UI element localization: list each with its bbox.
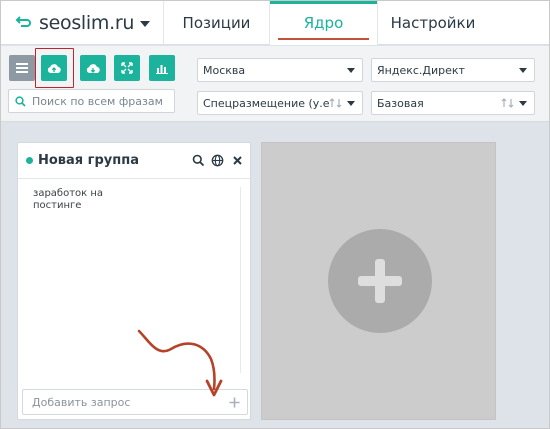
menu-button[interactable]: [9, 55, 35, 81]
phrase-list: заработок на постинге: [18, 180, 250, 380]
cloud-upload-icon: [47, 63, 61, 73]
scrollbar[interactable]: [240, 187, 248, 373]
toolbar: Москва Яндекс.Директ Спецразмещение (у.е…: [1, 46, 549, 122]
tab-label: Ядро: [303, 14, 344, 32]
tab-label: Позиции: [182, 14, 251, 32]
sort-arrows-icon: [501, 98, 514, 108]
bar-chart-icon: [156, 64, 168, 74]
add-query-input[interactable]: [32, 395, 222, 409]
tab-core[interactable]: Ядро: [270, 1, 378, 45]
download-button[interactable]: [80, 55, 106, 81]
group-title[interactable]: Новая группа: [38, 153, 139, 168]
chevron-down-icon: [347, 100, 355, 106]
region-value: Москва: [203, 63, 246, 77]
region-select[interactable]: Москва: [197, 58, 363, 82]
plus-icon: [358, 259, 402, 303]
engine-value: Яндекс.Директ: [377, 63, 465, 77]
group-header: Новая группа: [18, 143, 250, 179]
phrase-search[interactable]: [8, 89, 175, 113]
add-group-tile[interactable]: [261, 142, 496, 420]
expand-icon: [121, 62, 133, 74]
add-group-button[interactable]: [328, 229, 432, 333]
tab-positions[interactable]: Позиции: [164, 1, 270, 45]
chevron-down-icon: [347, 67, 355, 73]
sort-arrows-icon: [329, 98, 342, 108]
frequency-value: Базовая: [377, 96, 424, 110]
expand-button[interactable]: [114, 55, 140, 81]
top-header: seoslim.ru Позиции Ядро Настройки: [1, 1, 549, 45]
project-name: seoslim.ru: [39, 12, 135, 34]
project-switcher[interactable]: seoslim.ru: [1, 1, 164, 45]
close-icon[interactable]: [231, 154, 244, 167]
search-icon[interactable]: [192, 154, 205, 167]
search-input[interactable]: [32, 94, 172, 108]
search-icon: [15, 95, 26, 107]
bid-type-value: Спецразмещение (у.е.): [203, 96, 329, 110]
group-card: Новая группа заработок на постинге: [17, 142, 251, 420]
menu-icon: [16, 63, 28, 73]
bid-type-select[interactable]: Спецразмещение (у.е.): [197, 91, 363, 115]
tab-settings[interactable]: Настройки: [378, 1, 488, 45]
chevron-down-icon: [140, 21, 151, 27]
annotation-underline: [278, 38, 369, 40]
upload-button[interactable]: [41, 55, 67, 81]
engine-select[interactable]: Яндекс.Директ: [371, 58, 535, 82]
cloud-download-icon: [86, 63, 100, 73]
chevron-down-icon: [519, 67, 527, 73]
add-query-field[interactable]: [22, 389, 248, 415]
frequency-select[interactable]: Базовая: [371, 91, 535, 115]
active-tab-indicator: [270, 1, 377, 4]
chevron-down-icon: [519, 100, 527, 106]
globe-icon[interactable]: [211, 154, 224, 167]
app-frame: seoslim.ru Позиции Ядро Настройки Поиск …: [0, 0, 550, 429]
tab-label: Настройки: [390, 14, 476, 32]
status-dot: [26, 157, 33, 164]
back-arrow-icon[interactable]: [15, 16, 31, 30]
plus-icon[interactable]: [229, 397, 240, 408]
stats-button[interactable]: [149, 55, 175, 81]
phrase-item[interactable]: заработок на постинге: [33, 188, 143, 212]
